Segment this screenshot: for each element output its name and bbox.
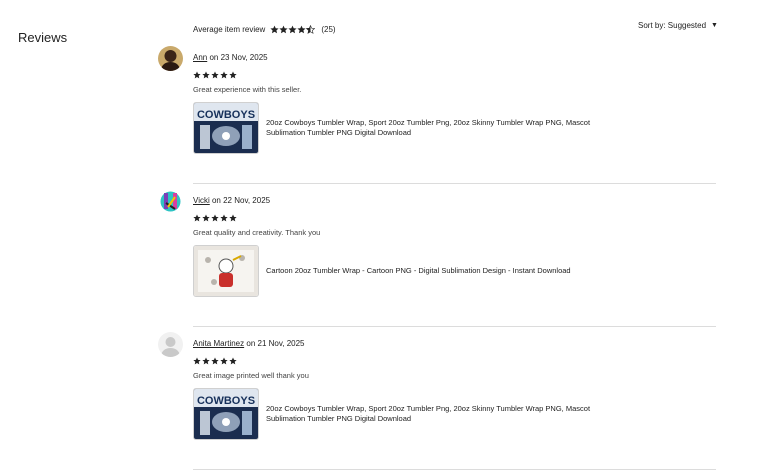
star-icon — [211, 71, 219, 79]
purchased-item[interactable]: Cartoon 20oz Tumbler Wrap - Cartoon PNG … — [193, 245, 606, 297]
review-date: on 23 Nov, 2025 — [209, 53, 268, 62]
author-link[interactable]: Vicki — [193, 196, 210, 205]
sort-label: Sort by: Suggested — [638, 21, 707, 30]
review-meta: Ann on 23 Nov, 2025 — [193, 53, 268, 62]
item-thumbnail[interactable]: COWBOYS — [193, 102, 259, 154]
caret-down-icon: ▼ — [711, 22, 718, 29]
avatar[interactable] — [158, 332, 183, 357]
item-thumbnail[interactable]: COWBOYS — [193, 388, 259, 440]
review-stars — [193, 357, 237, 365]
reviews-heading: Reviews — [18, 29, 68, 45]
purchased-item[interactable]: COWBOYS 20oz Cowboys Tumbler Wrap, Sport… — [193, 102, 606, 154]
review-meta: Anita Martinez on 21 Nov, 2025 — [193, 339, 305, 348]
item-thumbnail[interactable] — [193, 245, 259, 297]
star-icon — [220, 357, 228, 365]
review-stars — [193, 214, 237, 222]
star-icon — [202, 214, 210, 222]
author-link[interactable]: Ann — [193, 53, 207, 62]
thumbnail-text: COWBOYS — [197, 109, 255, 121]
item-title-link[interactable]: 20oz Cowboys Tumbler Wrap, Sport 20oz Tu… — [266, 118, 606, 138]
item-title-link[interactable]: Cartoon 20oz Tumbler Wrap - Cartoon PNG … — [266, 266, 606, 276]
star-icon — [193, 71, 201, 79]
star-icon — [288, 25, 297, 34]
star-icon — [229, 214, 237, 222]
star-icon — [202, 357, 210, 365]
star-icon — [193, 357, 201, 365]
star-icon — [229, 71, 237, 79]
review-count: (25) — [321, 24, 336, 34]
sort-dropdown[interactable]: Sort by: Suggested ▼ — [638, 21, 718, 30]
star-icon — [211, 214, 219, 222]
star-icon — [297, 25, 306, 34]
star-icon — [229, 357, 237, 365]
review-date: on 21 Nov, 2025 — [246, 339, 305, 348]
review-divider — [193, 469, 716, 470]
star-icon — [211, 357, 219, 365]
review-comment: Great image printed well thank you — [193, 371, 309, 380]
star-half-icon — [306, 25, 315, 34]
star-icon — [202, 71, 210, 79]
star-icon — [270, 25, 279, 34]
item-title-link[interactable]: 20oz Cowboys Tumbler Wrap, Sport 20oz Tu… — [266, 404, 606, 424]
review-divider — [193, 326, 716, 327]
star-icon — [193, 214, 201, 222]
review-comment: Great quality and creativity. Thank you — [193, 228, 321, 237]
star-icon — [220, 214, 228, 222]
review-divider — [193, 183, 716, 184]
avatar[interactable] — [158, 189, 183, 214]
avatar[interactable] — [158, 46, 183, 71]
average-stars — [270, 25, 315, 34]
review-meta: Vicki on 22 Nov, 2025 — [193, 196, 270, 205]
star-icon — [279, 25, 288, 34]
average-label: Average item review — [193, 24, 266, 34]
review-stars — [193, 71, 237, 79]
thumbnail-text: COWBOYS — [197, 395, 255, 407]
purchased-item[interactable]: COWBOYS 20oz Cowboys Tumbler Wrap, Sport… — [193, 388, 606, 440]
average-rating-summary: Average item review (25) — [193, 22, 336, 36]
author-link[interactable]: Anita Martinez — [193, 339, 244, 348]
review-comment: Great experience with this seller. — [193, 85, 302, 94]
star-icon — [220, 71, 228, 79]
review-date: on 22 Nov, 2025 — [211, 196, 271, 205]
